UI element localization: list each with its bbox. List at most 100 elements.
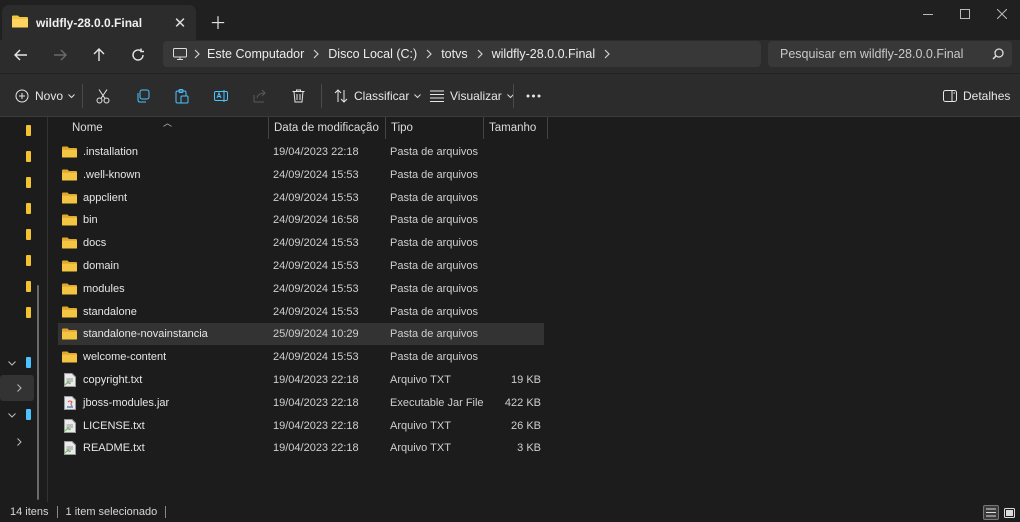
file-row[interactable]: domain 24/09/2024 15:53 Pasta de arquivos (58, 255, 544, 277)
file-name: domain (83, 260, 120, 272)
file-size (486, 255, 541, 277)
forward-button[interactable] (45, 40, 75, 70)
cut-button[interactable] (96, 83, 110, 109)
search-input[interactable]: Pesquisar em wildfly-28.0.0.Final (768, 41, 1012, 67)
column-size[interactable]: Tamanho (484, 117, 548, 139)
breadcrumb-item[interactable]: wildfly-28.0.0.Final (492, 47, 596, 61)
folder-icon[interactable] (26, 177, 31, 188)
refresh-button[interactable] (123, 40, 153, 70)
nav-scrollbar[interactable] (37, 285, 39, 500)
back-button[interactable] (6, 40, 36, 70)
file-row[interactable]: .well-known 24/09/2024 15:53 Pasta de arqu… (58, 164, 544, 186)
file-name-cell[interactable]: README.txt (62, 437, 145, 459)
file-name: jboss-modules.jar (83, 396, 170, 409)
file-name-cell[interactable]: welcome-content (62, 346, 166, 368)
view-button[interactable]: Visualizar (430, 83, 514, 109)
file-name-cell[interactable]: jboss-modules.jar (62, 392, 169, 414)
file-row[interactable]: README.txt 19/04/2023 22:18 Arquivo TXT 3 K… (58, 437, 544, 459)
details-button[interactable]: Detalhes (943, 83, 1010, 109)
file-type: Pasta de arquivos (390, 260, 479, 272)
file-date: 25/09/2024 10:29 (273, 328, 359, 341)
minimize-button[interactable] (908, 0, 948, 28)
folder-icon[interactable] (26, 125, 31, 136)
details-view-button[interactable] (983, 505, 999, 520)
maximize-button[interactable] (945, 0, 985, 28)
paste-button[interactable] (175, 83, 189, 109)
new-button[interactable]: Novo (15, 83, 75, 109)
file-name-cell[interactable]: LICENSE.txt (62, 415, 145, 437)
file-row[interactable]: copyright.txt 19/04/2023 22:18 Arquivo TXT… (58, 369, 544, 391)
breadcrumb-item[interactable]: Este Computador (207, 47, 304, 61)
file-name-cell[interactable]: .installation (62, 141, 138, 163)
folder-icon[interactable] (26, 281, 31, 292)
file-row[interactable]: jboss-modules.jar 19/04/2023 22:18 Executa… (58, 392, 544, 414)
folder-icon[interactable] (26, 255, 31, 266)
search-icon (992, 48, 1004, 60)
folder-icon[interactable] (26, 229, 31, 240)
folder-icon (62, 236, 77, 250)
up-button[interactable] (84, 40, 114, 70)
jar-file-icon (62, 395, 77, 410)
file-row[interactable]: appclient 24/09/2024 15:53 Pasta de arquiv… (58, 187, 544, 209)
new-tab-button[interactable]: ＋ (206, 9, 230, 33)
divider (165, 506, 167, 518)
file-row[interactable]: bin 24/09/2024 16:58 Pasta de arquivos (58, 209, 544, 231)
delete-button[interactable] (292, 83, 305, 109)
view-list-icon (430, 90, 444, 102)
file-name-cell[interactable]: appclient (62, 187, 127, 209)
tiles-view-button[interactable] (1001, 505, 1017, 520)
chevron-down-icon[interactable] (5, 356, 19, 370)
network-icon[interactable] (26, 409, 31, 420)
rename-icon (214, 89, 229, 103)
close-tab-icon[interactable]: ✕ (168, 11, 192, 35)
tab-active[interactable]: wildfly-28.0.0.Final ✕ (2, 5, 196, 40)
file-name-cell[interactable]: standalone-novainstancia (62, 323, 208, 345)
file-name-cell[interactable]: docs (62, 232, 106, 254)
column-name[interactable]: Nome (67, 117, 269, 139)
folder-icon (62, 191, 77, 205)
column-size-label: Tamanho (489, 122, 537, 134)
file-name-cell[interactable]: .well-known (62, 164, 140, 186)
file-type: Pasta de arquivos (390, 168, 479, 181)
breadcrumb-item[interactable]: totvs (441, 47, 467, 61)
column-date[interactable]: Data de modificação (269, 117, 386, 139)
file-row[interactable]: docs 24/09/2024 15:53 Pasta de arquivos (58, 232, 544, 254)
file-name-cell[interactable]: copyright.txt (62, 369, 142, 391)
copy-button[interactable] (136, 83, 150, 109)
more-options-button[interactable] (526, 83, 541, 109)
more-icon (526, 94, 541, 98)
breadcrumb[interactable]: Este Computador Disco Local (C:) totvs w… (163, 41, 761, 67)
file-name-cell[interactable]: modules (62, 278, 125, 300)
share-button[interactable] (253, 83, 267, 109)
folder-icon[interactable] (26, 307, 31, 318)
chevron-right-icon[interactable] (595, 49, 619, 59)
chevron-right-icon[interactable] (12, 381, 26, 395)
details-pane-icon (943, 90, 957, 102)
folder-icon[interactable] (26, 151, 31, 162)
sort-label: Classificar (354, 89, 410, 103)
file-type: Pasta de arquivos (390, 191, 479, 204)
folder-icon[interactable] (26, 203, 31, 214)
chevron-right-icon[interactable] (12, 435, 26, 449)
file-name-cell[interactable]: bin (62, 209, 98, 231)
sort-button[interactable]: Classificar (334, 83, 422, 109)
file-row[interactable]: modules 24/09/2024 15:53 Pasta de arquivos (58, 278, 544, 300)
file-row[interactable]: LICENSE.txt 19/04/2023 22:18 Arquivo TXT 26… (58, 415, 544, 437)
file-row[interactable]: .installation 19/04/2023 22:18 Pasta de ar… (58, 141, 544, 163)
command-bar: Novo Classificar Visualizar Detalhes (0, 73, 1020, 117)
column-type[interactable]: Tipo (386, 117, 484, 139)
chevron-right-icon[interactable] (468, 49, 492, 59)
file-row[interactable]: welcome-content 24/09/2024 15:53 Pasta de … (58, 346, 544, 368)
window-close-button[interactable] (982, 0, 1020, 28)
file-row[interactable]: standalone 24/09/2024 15:53 Pasta de arqui… (58, 301, 544, 323)
file-name-cell[interactable]: standalone (62, 301, 137, 323)
pc-icon[interactable] (26, 357, 31, 368)
breadcrumb-item[interactable]: Disco Local (C:) (328, 47, 417, 61)
text-file-icon (62, 373, 77, 387)
chevron-down-icon[interactable] (5, 408, 19, 422)
chevron-right-icon[interactable] (304, 49, 328, 59)
file-name-cell[interactable]: domain (62, 255, 119, 277)
rename-button[interactable] (214, 83, 229, 109)
chevron-right-icon[interactable] (417, 49, 441, 59)
file-row[interactable]: standalone-novainstancia 25/09/2024 10:29… (58, 323, 544, 346)
